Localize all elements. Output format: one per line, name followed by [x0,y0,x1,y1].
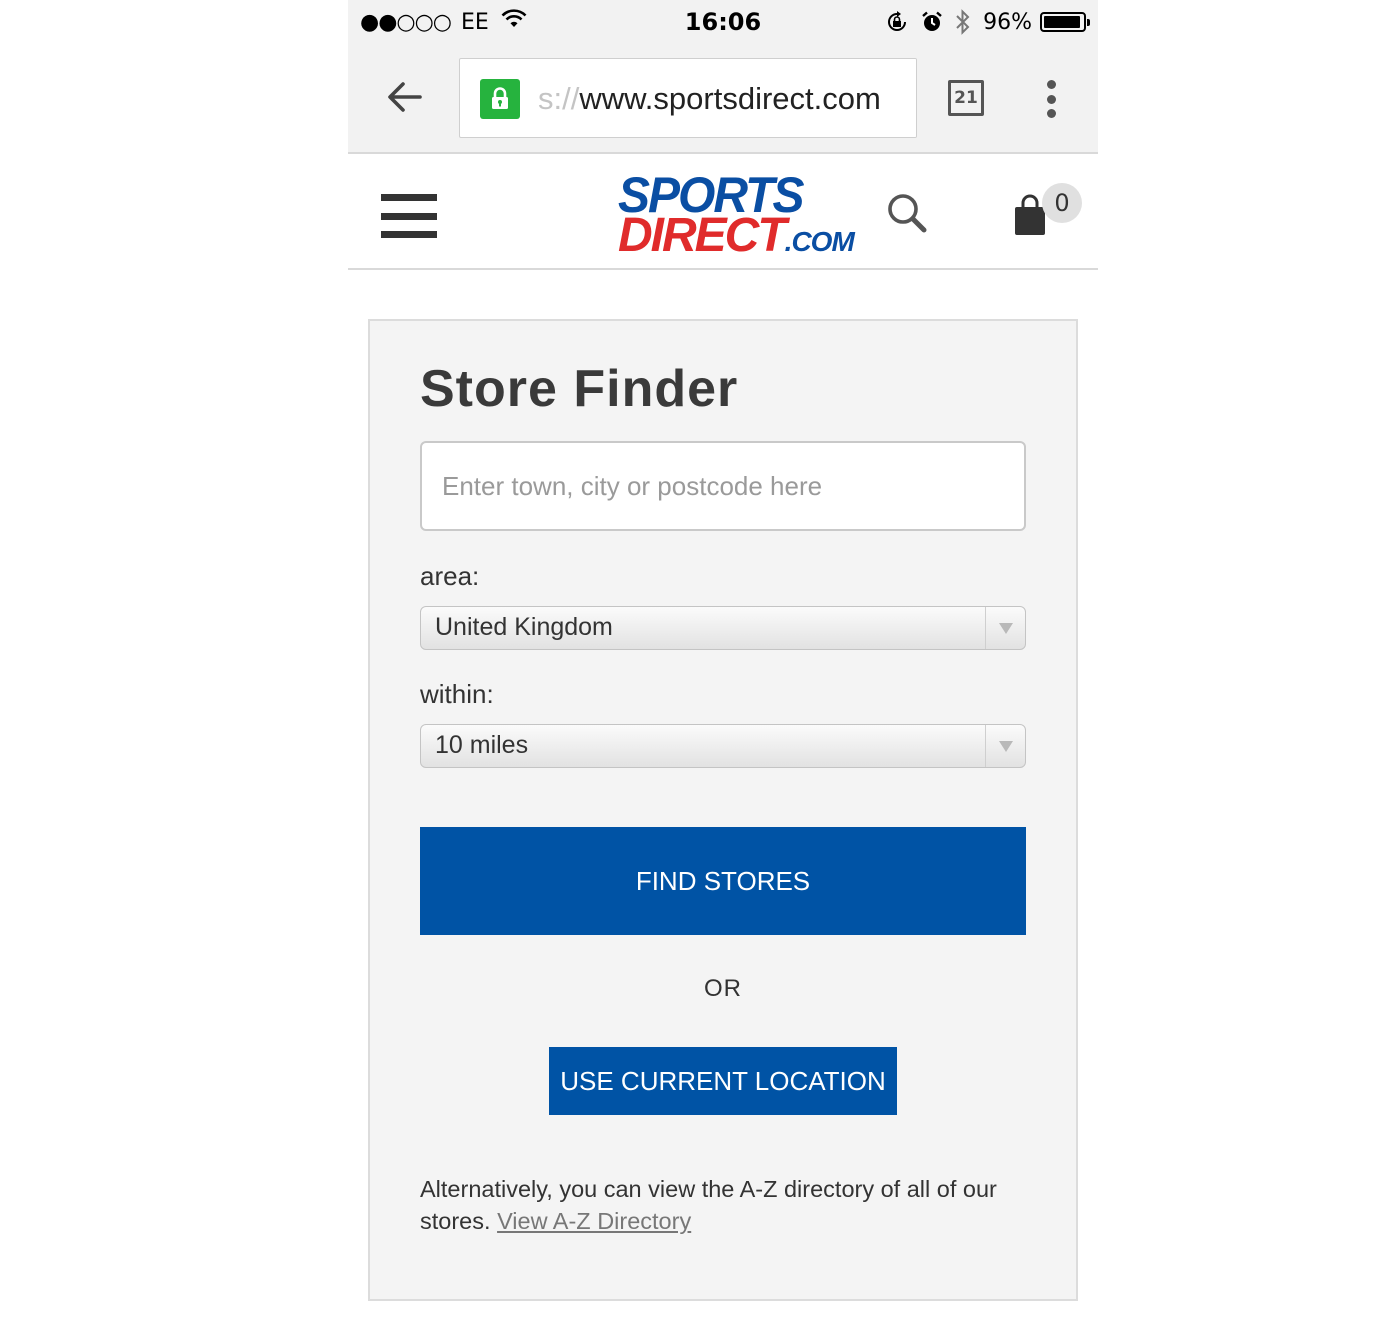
location-search-input[interactable] [420,441,1026,531]
tab-switcher-button[interactable]: 21 [948,80,984,116]
url-host: www.sportsdirect.com [579,81,881,116]
hamburger-bar [381,212,437,220]
menu-dot [1046,109,1056,118]
battery-icon [1040,12,1090,32]
logo-com-text: .COM [784,226,855,257]
logo-line-sports: SPORTS [618,167,805,224]
url-scheme: s:// [538,81,580,116]
hamburger-menu-icon[interactable] [381,194,437,238]
within-label: within: [420,679,494,709]
area-select-value: United Kingdom [435,613,613,641]
cart-count-badge[interactable]: 0 [1042,183,1082,223]
distance-select-value: 10 miles [435,731,529,759]
az-directory-link[interactable]: View A-Z Directory [497,1208,691,1234]
url-text[interactable]: s://www.sportsdirect.com [538,81,881,117]
alarm-icon [921,11,943,33]
lock-icon[interactable] [480,79,520,119]
sports-direct-logo[interactable]: SPORTS DIRECT.COM [618,167,855,259]
store-finder-panel: Store Finder area: United Kingdom within… [368,319,1078,1301]
back-arrow-icon[interactable] [384,76,426,118]
dropdown-arrow-icon [985,607,1025,649]
dropdown-arrow-icon [985,725,1025,767]
menu-dot [1046,80,1056,89]
page-title: Store Finder [420,360,739,418]
address-bar[interactable]: s://www.sportsdirect.com [459,58,917,138]
search-icon[interactable] [884,190,930,236]
browser-toolbar: s://www.sportsdirect.com 21 [348,44,1098,154]
battery-level [1044,16,1081,28]
distance-select[interactable]: 10 miles [420,724,1026,768]
rotation-lock-icon [885,10,909,34]
find-stores-button[interactable]: FIND STORES [420,827,1026,935]
area-select[interactable]: United Kingdom [420,606,1026,650]
bluetooth-icon [955,9,971,35]
phone-screen: ●●○○○ EE 16:06 96% s://www.sportsdirect.… [348,0,1098,1334]
status-bar: ●●○○○ EE 16:06 96% [348,0,1098,44]
hamburger-bar [381,231,437,238]
battery-percent: 96% [983,9,1032,35]
or-divider-text: OR [704,975,742,1002]
hamburger-bar [381,194,437,201]
more-options-icon[interactable] [1041,80,1061,118]
area-label: area: [420,561,480,591]
site-header: SPORTS DIRECT.COM 0 [348,156,1098,270]
use-current-location-button[interactable]: USE CURRENT LOCATION [549,1047,897,1115]
menu-dot [1046,94,1056,104]
status-right: 96% [885,9,1090,35]
url-fade [886,59,916,137]
az-directory-paragraph: Alternatively, you can view the A-Z dire… [420,1173,1040,1237]
